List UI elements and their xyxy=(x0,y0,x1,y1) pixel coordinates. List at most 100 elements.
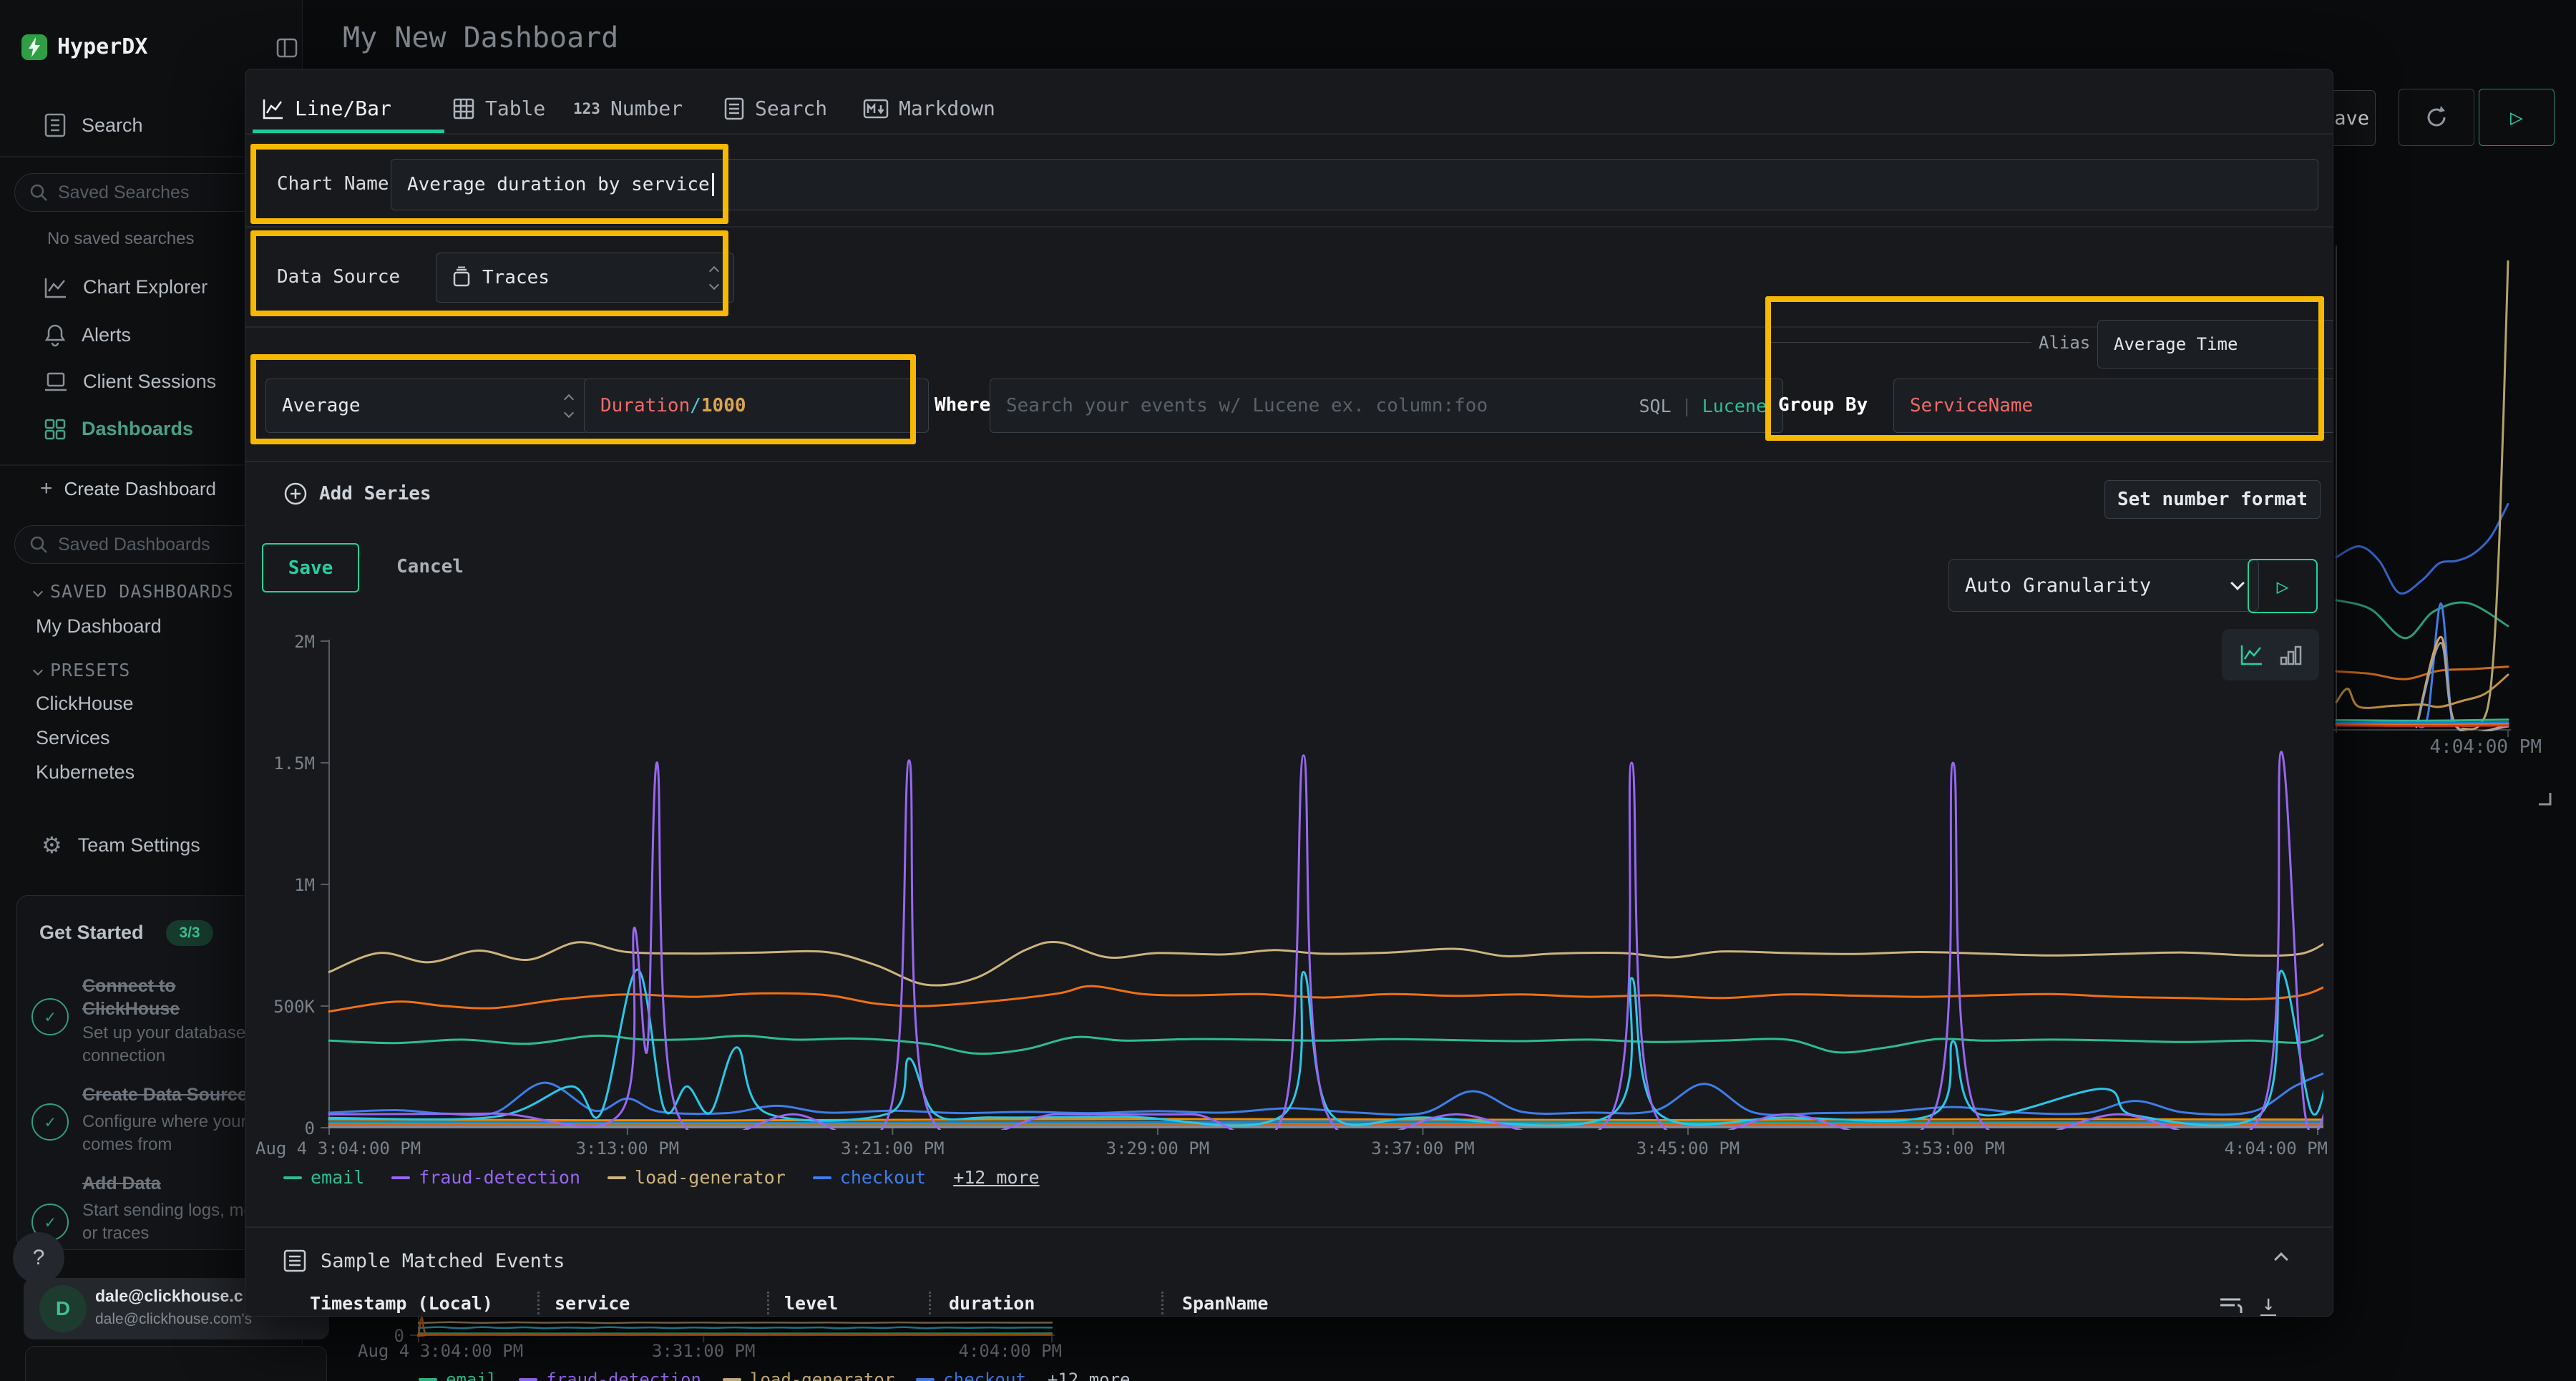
field-expression-input[interactable]: Duration/1000 xyxy=(584,379,929,433)
chevron-down-icon xyxy=(2230,576,2245,590)
check-circle-icon: ✓ xyxy=(31,998,69,1035)
legend-more-link[interactable]: +12 more xyxy=(953,1167,1039,1188)
sidebar-item-search[interactable]: Search xyxy=(44,113,143,137)
section-saved-dashboards[interactable]: SAVED DASHBOARDS xyxy=(34,581,234,602)
column-header-duration[interactable]: duration xyxy=(949,1293,1035,1314)
legend-item-load-generator[interactable]: load-generator xyxy=(608,1167,786,1188)
row-divider xyxy=(245,326,2333,328)
group-by-input[interactable]: ServiceName xyxy=(1893,379,2333,433)
legend-swatch xyxy=(608,1176,626,1179)
get-started-badge: 3/3 xyxy=(166,920,213,946)
alias-input[interactable]: Average Time xyxy=(2097,320,2333,369)
data-source-select[interactable]: Traces xyxy=(436,253,734,303)
legend-item-checkout[interactable]: checkout xyxy=(916,1370,1026,1381)
legend-item-load-generator[interactable]: load-generator xyxy=(723,1370,894,1381)
section-presets[interactable]: PRESETS xyxy=(34,660,130,680)
laptop-icon xyxy=(44,371,67,393)
tab-markdown[interactable]: Markdown xyxy=(863,97,995,120)
svg-text:4:04:00 PM: 4:04:00 PM xyxy=(959,1341,1063,1361)
sidebar-item-dashboards[interactable]: Dashboards xyxy=(44,418,193,440)
alias-label: Alias xyxy=(2039,333,2090,353)
sidebar-item-kubernetes[interactable]: Kubernetes xyxy=(36,761,135,784)
table-icon xyxy=(452,97,475,120)
group-by-label: Group By xyxy=(1778,394,1868,416)
row-divider xyxy=(245,461,2333,462)
duration-chart[interactable]: 0500K1M1.5M2MAug 4 3:04:00 PM3:13:00 PM3… xyxy=(251,609,2333,1174)
chart-name-input[interactable]: Average duration by service xyxy=(391,159,2318,210)
sidebar-item-alerts[interactable]: Alerts xyxy=(44,323,131,346)
svg-text:2M: 2M xyxy=(294,632,315,652)
add-series-button[interactable]: Add Series xyxy=(283,482,431,506)
row-divider xyxy=(245,1226,2333,1228)
refresh-icon xyxy=(2422,103,2451,132)
user-name: dale@clickhouse.c xyxy=(95,1287,243,1306)
row-divider xyxy=(245,226,2333,228)
legend-swatch xyxy=(723,1378,741,1381)
legend-swatch xyxy=(519,1378,537,1381)
legend-swatch xyxy=(813,1176,831,1179)
legend-item-email[interactable]: email xyxy=(283,1167,364,1188)
no-saved-searches-text: No saved searches xyxy=(47,229,194,249)
chevron-down-icon xyxy=(33,586,43,596)
column-header-service[interactable]: service xyxy=(555,1293,630,1314)
save-button[interactable]: Save xyxy=(262,543,359,592)
search-list-icon xyxy=(723,97,745,120)
legend-item-email[interactable]: email xyxy=(419,1370,497,1381)
chart-editor-modal: Line/Bar Table 123 Number xyxy=(245,69,2333,1317)
column-header-level[interactable]: level xyxy=(784,1293,838,1314)
tab-search[interactable]: Search xyxy=(723,97,827,120)
plus-circle-icon xyxy=(283,482,308,506)
brand-logo-icon xyxy=(21,34,47,60)
legend-swatch xyxy=(916,1378,935,1381)
sidebar-item-clickhouse[interactable]: ClickHouse xyxy=(36,693,134,715)
column-separator xyxy=(537,1292,540,1314)
sql-mode-toggle[interactable]: SQL xyxy=(1639,396,1671,416)
legend-item-fraud-detection[interactable]: fraud-detection xyxy=(391,1167,580,1188)
data-source-label: Data Source xyxy=(277,265,400,288)
filter-columns-icon[interactable] xyxy=(2219,1296,2245,1317)
sidebar-item-chart-explorer[interactable]: Chart Explorer xyxy=(44,276,208,298)
avatar: D xyxy=(39,1285,87,1332)
tab-table[interactable]: Table xyxy=(452,97,545,120)
chart-name-label: Chart Name xyxy=(277,172,389,195)
legend-swatch xyxy=(391,1176,410,1179)
sidebar-item-my-dashboard[interactable]: My Dashboard xyxy=(36,615,162,638)
line-chart-icon xyxy=(44,277,67,298)
dashboard-refresh-button[interactable] xyxy=(2399,89,2474,146)
check-circle-icon: ✓ xyxy=(31,1103,69,1141)
sample-matched-events-header[interactable]: Sample Matched Events xyxy=(283,1249,565,1273)
create-dashboard-button[interactable]: + Create Dashboard xyxy=(40,477,216,501)
svg-text:3:45:00 PM: 3:45:00 PM xyxy=(1636,1138,1740,1158)
legend-item-fraud-detection[interactable]: fraud-detection xyxy=(519,1370,701,1381)
lucene-mode-toggle[interactable]: Lucene xyxy=(1702,396,1767,416)
granularity-select[interactable]: Auto Granularity xyxy=(1948,559,2259,612)
tab-number[interactable]: 123 Number xyxy=(573,97,683,120)
aggregation-select[interactable]: Average xyxy=(265,379,589,433)
collapse-chevron-icon[interactable] xyxy=(2274,1252,2288,1267)
sidebar-item-client-sessions[interactable]: Client Sessions xyxy=(44,371,216,393)
column-header-timestamp[interactable]: Timestamp (Local) xyxy=(310,1293,493,1314)
select-chevrons-icon xyxy=(711,268,718,288)
sidebar-collapse-icon[interactable] xyxy=(276,37,298,62)
cancel-button[interactable]: Cancel xyxy=(380,543,480,590)
background-tile-chart: 4:04:00 PM xyxy=(2322,236,2576,816)
dashboard-play-button[interactable]: ▷ xyxy=(2479,89,2555,146)
where-search-input[interactable]: Search your events w/ Lucene ex. column:… xyxy=(990,379,1783,433)
column-header-spanname[interactable]: SpanName xyxy=(1182,1293,1268,1314)
get-started-title: Get Started xyxy=(39,922,144,944)
column-separator xyxy=(767,1292,769,1314)
help-button[interactable]: ? xyxy=(13,1232,64,1284)
legend-more-link[interactable]: +12 more xyxy=(1048,1370,1131,1381)
run-chart-button[interactable]: ▷ xyxy=(2248,559,2318,613)
sidebar-item-services[interactable]: Services xyxy=(36,727,110,749)
svg-text:1.5M: 1.5M xyxy=(273,753,315,774)
chevron-down-icon xyxy=(33,665,43,675)
set-number-format-button[interactable]: Set number format xyxy=(2104,480,2321,519)
tab-line-bar[interactable]: Line/Bar xyxy=(262,97,391,120)
legend-item-checkout[interactable]: checkout xyxy=(813,1167,926,1188)
legend-swatch xyxy=(419,1378,437,1381)
download-icon[interactable]: ↓ xyxy=(2260,1293,2276,1317)
sidebar-item-team-settings[interactable]: ⚙ Team Settings xyxy=(42,831,200,859)
search-icon xyxy=(29,535,48,554)
select-chevrons-icon xyxy=(565,396,572,416)
